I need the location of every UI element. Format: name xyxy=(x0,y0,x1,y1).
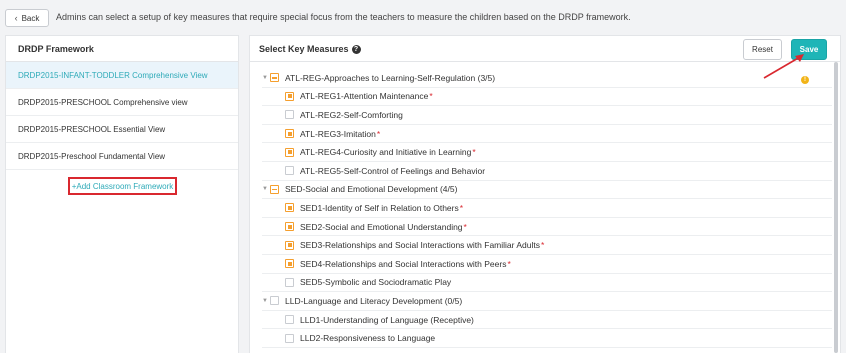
measure-item-label: LLD2-Responsiveness to Language xyxy=(300,333,436,344)
measure-item[interactable]: ATL-REG2-Self-Comforting xyxy=(262,106,832,125)
required-asterisk: * xyxy=(463,221,467,232)
measure-checkbox[interactable] xyxy=(285,333,294,343)
required-asterisk: * xyxy=(507,258,511,269)
measure-checkbox[interactable] xyxy=(285,91,294,101)
measure-group[interactable]: ▼ LLD-Language and Literacy Development (… xyxy=(262,292,832,311)
framework-panel-title: DRDP Framework xyxy=(6,36,238,62)
required-asterisk: * xyxy=(459,202,464,213)
group-checkbox[interactable] xyxy=(270,73,279,83)
back-button-label: Back xyxy=(21,13,40,23)
measure-item-label: SED2-Social and Emotional Understanding xyxy=(300,221,463,232)
measure-item-label: ATL-REG5-Self-Control of Feelings and Be… xyxy=(300,165,486,176)
measure-group[interactable]: ▼ ATL-REG-Approaches to Learning-Self-Reg… xyxy=(262,69,832,88)
measure-checkbox[interactable] xyxy=(285,166,294,176)
annotation-arrow-icon xyxy=(763,54,804,79)
measure-checkbox[interactable] xyxy=(285,259,294,269)
caret-down-icon[interactable]: ▼ xyxy=(262,298,268,304)
measure-checkbox[interactable] xyxy=(285,110,294,120)
add-classroom-framework-link[interactable]: +Add Classroom Framework xyxy=(68,177,177,195)
measure-checkbox[interactable] xyxy=(285,315,294,325)
measure-checkbox[interactable] xyxy=(285,222,294,232)
top-bar: ‹ Back Admins can select a setup of key … xyxy=(0,0,846,34)
key-measures-title-label: Select Key Measures xyxy=(259,44,349,54)
required-asterisk: * xyxy=(541,240,545,251)
measure-item[interactable]: LLD1-Understanding of Language (Receptiv… xyxy=(262,311,832,330)
measure-item-label: ATL-REG4-Curiosity and Initiative in Lea… xyxy=(300,147,472,158)
framework-item-preschool-comprehensive[interactable]: DRDP2015-PRESCHOOL Comprehensive view xyxy=(6,89,238,116)
key-measures-panel: Select Key Measures ? Reset Save ! ▼ ATL-… xyxy=(249,35,841,353)
measure-item[interactable]: ATL-REG4-Curiosity and Initiative in Lea… xyxy=(262,143,832,162)
key-measures-title: Select Key Measures ? xyxy=(259,44,361,54)
measure-item[interactable]: SED2-Social and Emotional Understanding * xyxy=(262,218,832,237)
measure-item[interactable]: ATL-REG5-Self-Control of Feelings and Be… xyxy=(262,162,832,181)
measure-checkbox[interactable] xyxy=(285,277,294,287)
measure-item-label: SED4-Relationships and Social Interactio… xyxy=(300,258,507,269)
required-asterisk: * xyxy=(472,147,476,158)
page-description: Admins can select a setup of key measure… xyxy=(56,12,631,22)
required-asterisk: * xyxy=(429,91,433,102)
measures-scrollbar[interactable] xyxy=(834,62,838,353)
measure-item[interactable]: ATL-REG3-Imitation * xyxy=(262,125,832,144)
framework-panel: DRDP Framework DRDP2015-INFANT-TODDLER C… xyxy=(5,35,239,353)
measure-checkbox[interactable] xyxy=(285,147,294,157)
measure-item[interactable]: SED1-Identity of Self in Relation to Oth… xyxy=(262,199,832,218)
back-button[interactable]: ‹ Back xyxy=(5,9,49,27)
caret-down-icon[interactable]: ▼ xyxy=(262,186,268,192)
measure-item-label: ATL-REG2-Self-Comforting xyxy=(300,109,403,120)
measure-group-label: ATL-REG-Approaches to Learning-Self-Regu… xyxy=(285,72,496,83)
measure-item-label: SED3-Relationships and Social Interactio… xyxy=(300,240,541,251)
measure-item[interactable]: SED5-Symbolic and Sociodramatic Play xyxy=(262,274,832,293)
measure-item[interactable]: SED3-Relationships and Social Interactio… xyxy=(262,236,832,255)
measure-item-label: LLD1-Understanding of Language (Receptiv… xyxy=(300,314,474,325)
measure-item[interactable]: ATL-REG1-Attention Maintenance * xyxy=(262,88,832,107)
framework-item-preschool-fundamental[interactable]: DRDP2015-Preschool Fundamental View xyxy=(6,143,238,170)
measure-checkbox[interactable] xyxy=(285,129,294,139)
chevron-left-icon: ‹ xyxy=(14,12,18,23)
group-checkbox[interactable] xyxy=(270,184,279,194)
measure-group[interactable]: ▼ SED-Social and Emotional Development (4… xyxy=(262,181,832,200)
measure-item-label: ATL-REG1-Attention Maintenance xyxy=(300,91,429,102)
caret-down-icon[interactable]: ▼ xyxy=(262,75,268,81)
measure-group-label: LLD-Language and Literacy Development (0… xyxy=(285,295,463,306)
measure-item[interactable]: SED4-Relationships and Social Interactio… xyxy=(262,255,832,274)
key-measures-list: ▼ ATL-REG-Approaches to Learning-Self-Reg… xyxy=(262,69,832,348)
measure-checkbox[interactable] xyxy=(285,240,294,250)
measure-item-label: ATL-REG3-Imitation xyxy=(300,128,376,139)
measure-checkbox[interactable] xyxy=(285,203,294,213)
group-checkbox[interactable] xyxy=(270,296,279,306)
required-asterisk: * xyxy=(376,128,381,139)
measure-item-label: SED5-Symbolic and Sociodramatic Play xyxy=(300,277,452,288)
measure-item-label: SED1-Identity of Self in Relation to Oth… xyxy=(300,202,459,213)
measure-item[interactable]: LLD2-Responsiveness to Language xyxy=(262,329,832,348)
framework-item-infant-toddler-comprehensive[interactable]: DRDP2015-INFANT-TODDLER Comprehensive Vi… xyxy=(6,62,238,89)
framework-item-preschool-essential[interactable]: DRDP2015-PRESCHOOL Essential View xyxy=(6,116,238,143)
measure-group-label: SED-Social and Emotional Development (4/… xyxy=(285,184,458,195)
question-circle-icon[interactable]: ? xyxy=(351,44,361,54)
key-measures-header: Select Key Measures ? Reset Save xyxy=(250,36,840,62)
